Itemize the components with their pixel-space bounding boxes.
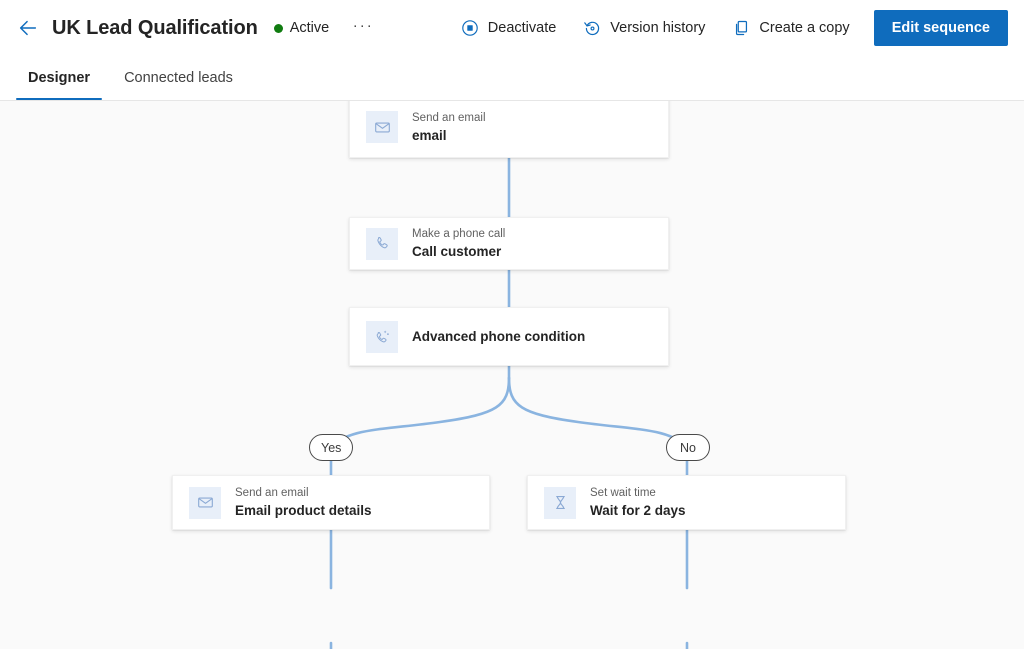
page-title: UK Lead Qualification [52, 16, 258, 39]
node-send-email-top[interactable]: Send an email email [349, 101, 669, 158]
node-name: Advanced phone condition [412, 329, 586, 344]
command-bar: UK Lead Qualification Active ··· Deactiv… [0, 0, 1024, 56]
node-advanced-phone-condition[interactable]: Advanced phone condition [349, 307, 669, 366]
node-name: Call customer [412, 244, 502, 259]
tab-connected-leads[interactable]: Connected leads [112, 56, 245, 100]
node-call-customer[interactable]: Make a phone call Call customer [349, 217, 669, 270]
arrow-left-icon [19, 20, 37, 36]
copy-icon [731, 18, 751, 38]
sequence-designer-canvas[interactable]: Send an email email Make a phone call Ca… [0, 101, 1024, 649]
connector-edges [329, 156, 689, 649]
branch-pill-yes-label: Yes [321, 440, 342, 455]
tab-bar: Designer Connected leads [0, 56, 1024, 101]
create-a-copy-button[interactable]: Create a copy [721, 11, 859, 45]
tab-designer[interactable]: Designer [16, 56, 103, 100]
branch-pill-yes[interactable]: Yes [309, 434, 354, 461]
node-subtitle: Set wait time [590, 487, 656, 499]
edge-branch-yes [329, 376, 511, 451]
status-badge: Active [273, 20, 330, 36]
create-a-copy-label: Create a copy [759, 20, 850, 36]
hourglass-icon [544, 486, 576, 519]
advanced-phone-icon [366, 320, 398, 353]
tab-designer-label: Designer [28, 70, 91, 86]
version-history-button[interactable]: Version history [572, 11, 715, 45]
node-text: Make a phone call Call customer [412, 227, 505, 260]
node-name: Wait for 2 days [590, 503, 686, 518]
history-icon [582, 18, 602, 38]
more-options-button[interactable]: ··· [347, 13, 379, 43]
node-subtitle: Send an email [235, 487, 309, 499]
node-text: Send an email email [412, 111, 486, 144]
stop-circle-icon [460, 18, 480, 38]
email-icon [189, 486, 221, 519]
phone-icon [366, 227, 398, 260]
branch-pill-no-label: No [680, 440, 696, 455]
node-subtitle: Make a phone call [412, 228, 506, 240]
deactivate-label: Deactivate [487, 20, 557, 36]
node-text: Send an email Email product details [235, 486, 372, 519]
deactivate-button[interactable]: Deactivate [450, 11, 567, 45]
node-email-product-details[interactable]: Send an email Email product details [172, 475, 490, 530]
edge-branch-no [507, 376, 689, 451]
email-icon [366, 111, 398, 143]
edit-sequence-button[interactable]: Edit sequence [873, 10, 1008, 46]
node-subtitle: Send an email [412, 111, 486, 124]
status-label: Active [289, 20, 330, 36]
node-name: email [412, 127, 447, 143]
tab-connected-leads-label: Connected leads [124, 70, 233, 86]
version-history-label: Version history [610, 20, 706, 36]
node-name: Email product details [235, 503, 372, 518]
node-text: Advanced phone condition [412, 328, 585, 345]
node-wait-right[interactable]: Set wait time Wait for 2 days [527, 475, 846, 530]
node-text: Set wait time Wait for 2 days [590, 486, 686, 519]
back-button[interactable] [12, 12, 44, 44]
branch-pill-no[interactable]: No [666, 434, 710, 461]
status-dot [273, 23, 283, 33]
